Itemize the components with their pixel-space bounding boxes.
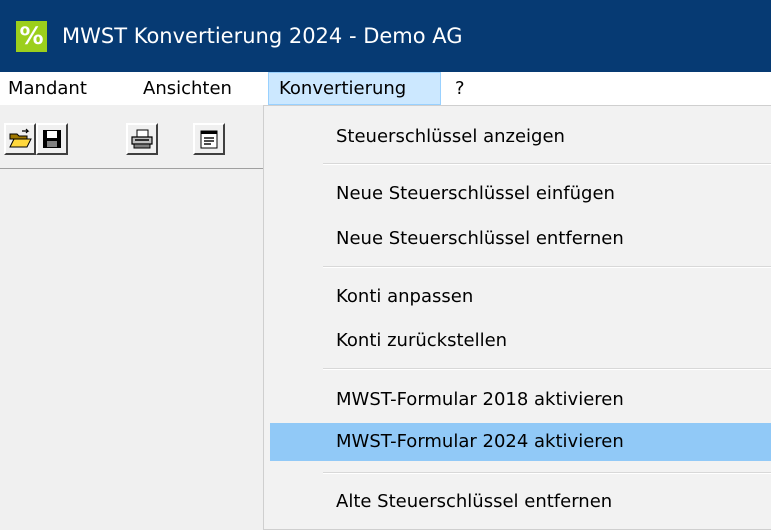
title-bar: % MWST Konvertierung 2024 - Demo AG	[0, 0, 771, 72]
menu-item-neue-steuerschluessel-einfuegen[interactable]: Neue Steuerschlüssel einfügen	[270, 175, 771, 213]
menu-mandant[interactable]: Mandant	[8, 72, 87, 105]
window-title: MWST Konvertierung 2024 - Demo AG	[62, 24, 463, 48]
menu-separator	[323, 368, 771, 370]
menu-ansichten[interactable]: Ansichten	[143, 72, 232, 105]
save-button[interactable]	[36, 123, 68, 155]
app-icon-glyph: %	[19, 21, 44, 50]
menu-item-steuerschluessel-anzeigen[interactable]: Steuerschlüssel anzeigen	[270, 118, 771, 156]
menu-item-formular-2024-aktivieren[interactable]: MWST-Formular 2024 aktivieren	[270, 423, 771, 461]
menu-separator	[323, 163, 771, 165]
konvertierung-dropdown: Steuerschlüssel anzeigen Neue Steuerschl…	[263, 105, 771, 530]
menu-item-konti-anpassen[interactable]: Konti anpassen	[270, 278, 771, 316]
percent-icon[interactable]: %	[16, 21, 47, 52]
menu-help[interactable]: ?	[455, 72, 465, 105]
menu-separator	[323, 472, 771, 474]
save-icon	[43, 130, 61, 148]
properties-button[interactable]	[193, 123, 225, 155]
menu-bar: Mandant Ansichten Konvertierung ?	[0, 72, 771, 105]
open-folder-icon	[9, 128, 32, 148]
menu-separator	[323, 266, 771, 268]
open-button[interactable]	[4, 123, 36, 155]
print-button[interactable]	[126, 123, 158, 155]
menu-item-alte-steuerschluessel-entfernen[interactable]: Alte Steuerschlüssel entfernen	[270, 483, 771, 521]
menu-item-neue-steuerschluessel-entfernen[interactable]: Neue Steuerschlüssel entfernen	[270, 220, 771, 258]
print-icon	[131, 129, 153, 149]
menu-konvertierung[interactable]: Konvertierung	[268, 72, 441, 105]
menu-item-konti-zurueckstellen[interactable]: Konti zurückstellen	[270, 322, 771, 360]
menu-item-formular-2018-aktivieren[interactable]: MWST-Formular 2018 aktivieren	[270, 381, 771, 419]
properties-icon	[200, 130, 218, 149]
